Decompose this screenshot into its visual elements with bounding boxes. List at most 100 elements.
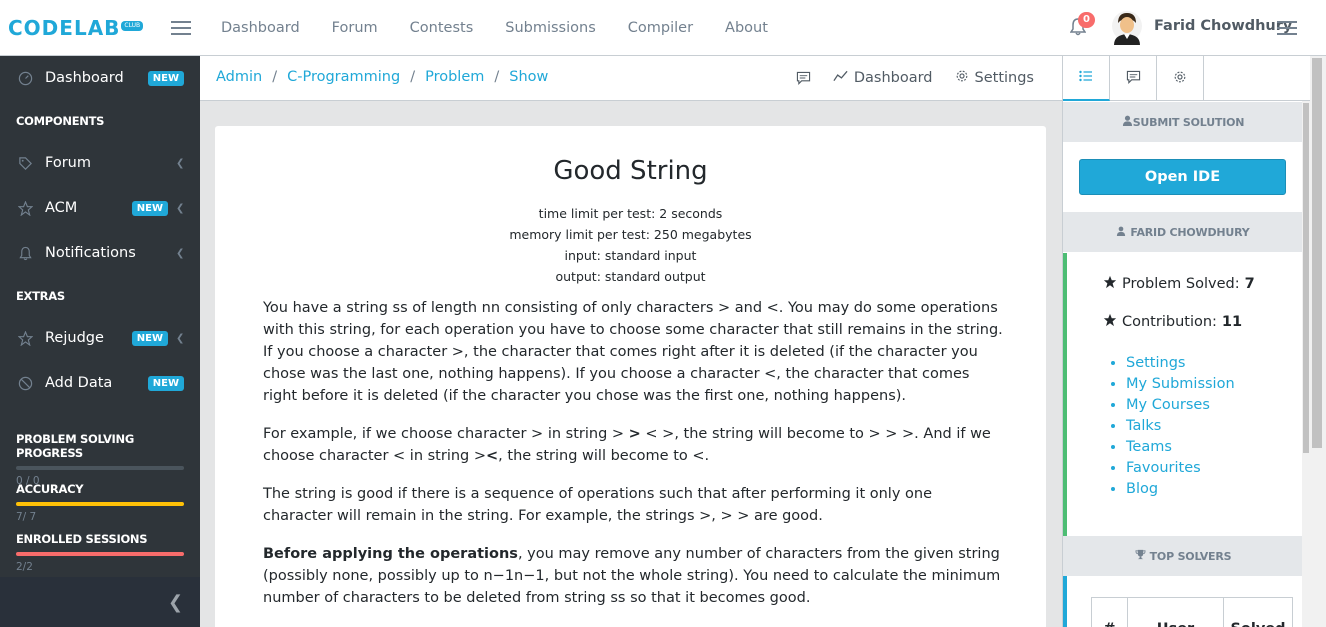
link-my-courses[interactable]: My Courses: [1126, 395, 1235, 416]
breadcrumb-actions: Dashboard Settings: [774, 69, 1034, 87]
chevron-left-icon: ❮: [176, 202, 185, 214]
link-my-submission[interactable]: My Submission: [1126, 374, 1235, 395]
statement-paragraph-2: For example, if we choose character > in…: [263, 426, 991, 464]
star-icon: [17, 200, 33, 216]
chevron-left-icon: ❮: [176, 157, 185, 169]
col-solved: Solved: [1223, 597, 1293, 627]
user-links: Settings My Submission My Courses Talks …: [1126, 353, 1235, 500]
progress-enrolled-sessions: ENROLLED SESSIONS 2/2: [16, 532, 184, 573]
progress-title: PROBLEM SOLVING PROGRESS: [16, 432, 135, 460]
col-rank: #: [1091, 597, 1128, 627]
tab-list[interactable]: [1063, 56, 1110, 101]
sidebar-item-label: Notifications: [45, 245, 136, 261]
chevron-left-icon: ❮: [168, 592, 184, 613]
statement-paragraph-4: Before applying the operations, you may …: [263, 546, 1001, 606]
user-section-header: FARID CHOWDHURY: [1063, 212, 1303, 252]
star-icon: [1103, 313, 1117, 331]
top-solvers-table: # User Solved: [1091, 597, 1293, 627]
memory-limit: memory limit per test: 250 megabytes: [509, 227, 752, 242]
open-ide-button[interactable]: Open IDE: [1079, 159, 1286, 195]
problem-card: Good String time limit per test: 2 secon…: [215, 126, 1046, 627]
sidebar-item-label: Dashboard: [45, 70, 124, 86]
crumb-settings-label: Settings: [974, 70, 1034, 86]
trophy-icon: [1135, 549, 1146, 563]
sidebar-item-forum[interactable]: Forum ❮: [0, 141, 200, 185]
top-solvers-header: TOP SOLVERS: [1063, 536, 1303, 576]
problem-title: Good String: [553, 156, 708, 186]
link-teams[interactable]: Teams: [1126, 437, 1235, 458]
tab-messages[interactable]: [1110, 56, 1157, 101]
graph-icon: [833, 70, 848, 86]
chevron-left-icon: ❮: [176, 247, 185, 259]
aside-toggle-icon[interactable]: [1277, 21, 1297, 35]
avatar[interactable]: [1112, 11, 1142, 45]
user-name[interactable]: Farid Chowdhury: [1154, 18, 1292, 34]
topnav-contests[interactable]: Contests: [394, 0, 490, 56]
link-talks[interactable]: Talks: [1126, 416, 1235, 437]
sidebar-item-add-data[interactable]: Add Data NEW: [0, 361, 200, 405]
time-limit: time limit per test: 2 seconds: [538, 206, 723, 221]
progress-accuracy: ACCURACY 7/ 7: [16, 482, 184, 523]
brand-sup: CLUB: [121, 21, 144, 31]
breadcrumb-bar: Admin / C-Programming / Problem / Show Dash…: [200, 56, 1062, 101]
breadcrumb-show[interactable]: Show: [509, 69, 548, 85]
list-icon: [1079, 70, 1093, 86]
sidebar-item-label: Add Data: [45, 375, 113, 391]
sidebar-minimizer[interactable]: ❮: [0, 577, 200, 627]
progress-problem-solving: PROBLEM SOLVING PROGRESS 0 / 0: [16, 432, 184, 487]
user-icon: [1122, 115, 1133, 129]
progress-bar: [16, 466, 184, 470]
topnav-forum[interactable]: Forum: [316, 0, 394, 56]
top-solvers: # User Solved: [1063, 576, 1303, 627]
speech-icon: [1126, 70, 1141, 88]
progress-value: 7/ 7: [16, 511, 37, 523]
problem-limits: time limit per test: 2 seconds memory li…: [215, 203, 1046, 287]
chevron-left-icon: ❮: [176, 332, 185, 344]
topnav-submissions[interactable]: Submissions: [489, 0, 612, 56]
link-settings[interactable]: Settings: [1126, 353, 1235, 374]
link-blog[interactable]: Blog: [1126, 479, 1235, 500]
speech-icon[interactable]: [796, 71, 811, 85]
sidebar-toggle-icon[interactable]: [171, 21, 191, 35]
input-spec: input: standard input: [564, 248, 697, 263]
sidebar-item-dashboard[interactable]: Dashboard NEW: [0, 56, 200, 100]
sidebar: Dashboard NEW COMPONENTS Forum ❮ ACM NEW…: [0, 56, 200, 627]
topnav-compiler[interactable]: Compiler: [612, 0, 709, 56]
gear-icon: [955, 69, 969, 87]
tab-settings[interactable]: [1157, 56, 1204, 101]
new-badge: NEW: [147, 70, 184, 86]
tag-icon: [17, 155, 33, 171]
section-title-components: COMPONENTS: [16, 114, 105, 128]
topnav-about[interactable]: About: [709, 0, 784, 56]
link-favourites[interactable]: Favourites: [1126, 458, 1235, 479]
page-scrollbar-thumb[interactable]: [1312, 58, 1322, 448]
breadcrumb-c-programming[interactable]: C-Programming: [287, 69, 400, 85]
output-spec: output: standard output: [555, 269, 706, 284]
breadcrumb-admin[interactable]: Admin: [216, 69, 262, 85]
new-badge: NEW: [147, 375, 184, 391]
progress-bar: [16, 502, 184, 506]
sidebar-item-acm[interactable]: ACM NEW ❮: [0, 186, 200, 230]
progress-fill: [16, 502, 184, 506]
contribution-stat: Contribution: 11: [1103, 313, 1242, 331]
brand-logo[interactable]: CODELAB CLUB: [8, 15, 144, 41]
notification-count-badge: 0: [1078, 12, 1095, 28]
progress-bar: [16, 552, 184, 556]
statement-paragraph-3: The string is good if there is a sequenc…: [263, 486, 933, 524]
crumb-dashboard-label: Dashboard: [853, 70, 933, 86]
crumb-settings-link[interactable]: Settings: [955, 69, 1034, 87]
star-icon: [1103, 275, 1117, 293]
aside-tabs: [1063, 56, 1311, 101]
crumb-dashboard-link[interactable]: Dashboard: [833, 70, 933, 86]
statement-paragraph-1: You have a string ss of length nn consis…: [263, 300, 1003, 404]
bell-icon: [17, 245, 33, 261]
sidebar-item-rejudge[interactable]: Rejudge NEW ❮: [0, 316, 200, 360]
brand-name: CODELAB: [8, 16, 121, 40]
progress-fill: [16, 552, 184, 556]
section-title-extras: EXTRAS: [16, 289, 65, 303]
sidebar-item-notifications[interactable]: Notifications ❮: [0, 231, 200, 275]
topnav-dashboard[interactable]: Dashboard: [205, 0, 316, 56]
aside-scrollbar-thumb[interactable]: [1303, 103, 1309, 453]
progress-value: 2/2: [16, 561, 33, 573]
breadcrumb-problem[interactable]: Problem: [425, 69, 484, 85]
